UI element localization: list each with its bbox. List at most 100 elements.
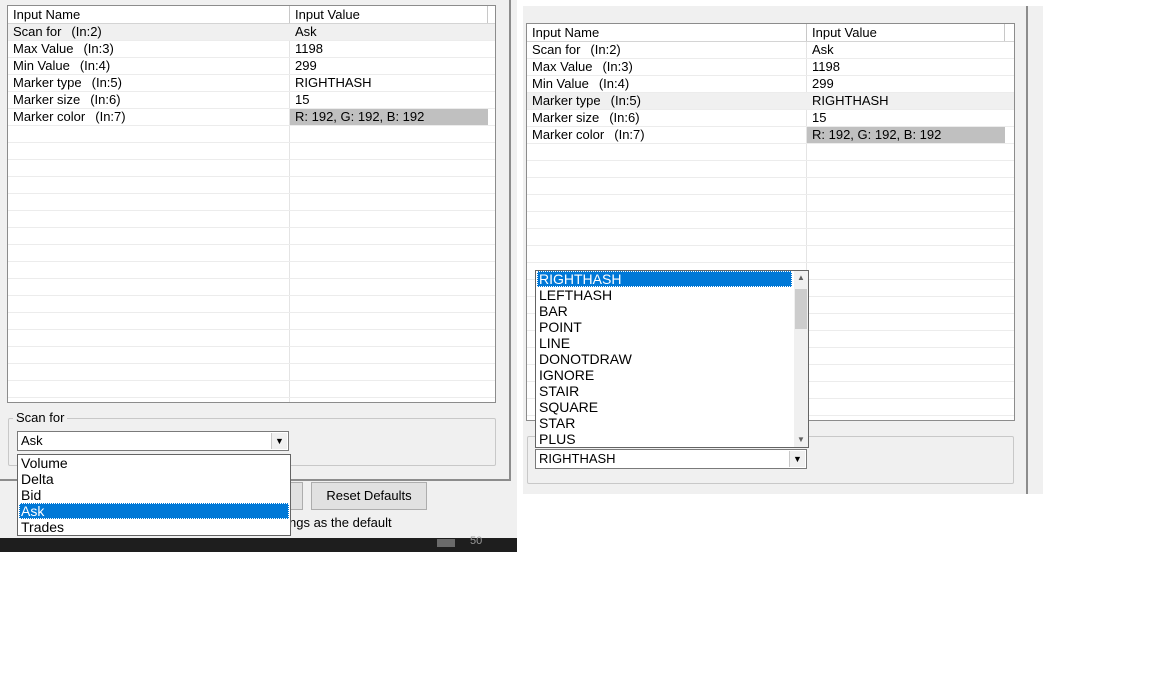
- grid-row[interactable]: [8, 126, 495, 143]
- grid-row[interactable]: Min Value (In:4) 299: [8, 58, 495, 75]
- chevron-down-icon[interactable]: ▼: [789, 451, 805, 467]
- grid-row[interactable]: Marker size (In:6) 15: [8, 92, 495, 109]
- inputs-grid[interactable]: Input Name Input Value Scan for (In:2) Ask…: [7, 5, 496, 403]
- grid-row[interactable]: Marker color (In:7) R: 192, G: 192, B: 192: [527, 127, 1014, 144]
- grid-row[interactable]: Marker size (In:6) 15: [527, 110, 1014, 127]
- marker-type-combobox[interactable]: RIGHTHASH ▼: [535, 449, 807, 469]
- input-value-cell[interactable]: 299: [807, 76, 1006, 92]
- dropdown-option[interactable]: POINT: [537, 319, 792, 335]
- input-name-cell: Scan for (In:2): [8, 24, 289, 40]
- dropdown-option[interactable]: BAR: [537, 303, 792, 319]
- input-line-number: (In:4): [598, 76, 630, 91]
- input-value-cell[interactable]: Ask: [807, 42, 1006, 58]
- dropdown-option[interactable]: Bid: [19, 487, 289, 503]
- grid-row[interactable]: [8, 228, 495, 245]
- dropdown-option[interactable]: Ask: [19, 503, 289, 519]
- dropdown-option[interactable]: STAIR: [537, 383, 792, 399]
- grid-row[interactable]: [527, 178, 1014, 195]
- marker-type-dropdown-list[interactable]: RIGHTHASH LEFTHASH BAR POINT LINE DONOTDRAW IG…: [535, 270, 809, 448]
- grid-row[interactable]: [527, 195, 1014, 212]
- scroll-up-icon[interactable]: ▲: [794, 271, 808, 285]
- panel-border: [509, 0, 511, 480]
- input-value-cell[interactable]: 1198: [807, 59, 1006, 75]
- scroll-down-icon[interactable]: ▼: [794, 433, 808, 447]
- grid-row[interactable]: [527, 161, 1014, 178]
- header-input-value[interactable]: Input Value: [290, 6, 488, 23]
- grid-row[interactable]: Min Value (In:4) 299: [527, 76, 1014, 93]
- input-value-cell[interactable]: RIGHTHASH: [290, 75, 489, 91]
- grid-row[interactable]: [8, 143, 495, 160]
- dropdown-scrollbar[interactable]: ▲ ▼: [794, 271, 808, 447]
- input-name: Scan for: [13, 24, 62, 39]
- grid-row[interactable]: [8, 330, 495, 347]
- header-input-name[interactable]: Input Name: [527, 24, 807, 41]
- input-line-number: (In:2): [71, 24, 102, 39]
- grid-row[interactable]: [8, 177, 495, 194]
- input-name-cell: Max Value (In:3): [527, 59, 806, 75]
- grid-row[interactable]: Scan for (In:2) Ask: [8, 24, 495, 41]
- grid-row[interactable]: [8, 194, 495, 211]
- dropdown-option[interactable]: LINE: [537, 335, 792, 351]
- grid-row[interactable]: Scan for (In:2) Ask: [527, 42, 1014, 59]
- input-value-cell[interactable]: 15: [807, 110, 1006, 126]
- grid-row[interactable]: [8, 245, 495, 262]
- input-value-cell[interactable]: RIGHTHASH: [807, 93, 1006, 109]
- grid-row[interactable]: [527, 246, 1014, 263]
- input-line-number: (In:3): [602, 59, 633, 74]
- input-name: Marker color: [13, 109, 86, 124]
- grid-row[interactable]: Marker color (In:7) R: 192, G: 192, B: 192: [8, 109, 495, 126]
- panel-border: [1026, 6, 1028, 494]
- grid-row[interactable]: [527, 212, 1014, 229]
- marker-type-combo-value: RIGHTHASH: [539, 451, 616, 466]
- dropdown-option[interactable]: LEFTHASH: [537, 287, 792, 303]
- grid-row[interactable]: [527, 144, 1014, 161]
- input-name-cell: Min Value (In:4): [527, 76, 806, 92]
- dropdown-option[interactable]: DONOTDRAW: [537, 351, 792, 367]
- input-name-cell: Marker type (In:5): [527, 93, 806, 109]
- header-input-name[interactable]: Input Name: [8, 6, 290, 23]
- dropdown-option[interactable]: Delta: [19, 471, 289, 487]
- chevron-down-icon[interactable]: ▼: [271, 433, 287, 449]
- grid-row[interactable]: Marker type (In:5) RIGHTHASH: [8, 75, 495, 92]
- input-name-cell: Min Value (In:4): [8, 58, 289, 74]
- input-name: Marker color: [532, 127, 605, 142]
- grid-row[interactable]: [8, 381, 495, 398]
- grid-row[interactable]: [527, 229, 1014, 246]
- grid-row[interactable]: [8, 313, 495, 330]
- grid-row[interactable]: Marker type (In:5) RIGHTHASH: [527, 93, 1014, 110]
- scan-for-combobox[interactable]: Ask ▼: [17, 431, 289, 451]
- input-value-cell[interactable]: 1198: [290, 41, 489, 57]
- input-value-cell[interactable]: 299: [290, 58, 489, 74]
- grid-row[interactable]: [8, 364, 495, 381]
- dropdown-option[interactable]: Volume: [19, 455, 289, 471]
- grid-row[interactable]: Max Value (In:3) 1198: [8, 41, 495, 58]
- input-value-cell[interactable]: R: 192, G: 192, B: 192: [290, 109, 488, 125]
- dropdown-option[interactable]: Trades: [19, 519, 289, 535]
- reset-defaults-button[interactable]: Reset Defaults: [311, 482, 427, 510]
- taskbar-strip: 50: [0, 535, 517, 552]
- input-name-cell: Max Value (In:3): [8, 41, 289, 57]
- input-value-cell[interactable]: R: 192, G: 192, B: 192: [807, 127, 1005, 143]
- grid-row[interactable]: [8, 347, 495, 364]
- dropdown-option[interactable]: IGNORE: [537, 367, 792, 383]
- grid-row[interactable]: [8, 279, 495, 296]
- input-line-number: (In:6): [609, 110, 640, 125]
- grid-row[interactable]: [8, 160, 495, 177]
- grid-row[interactable]: [8, 262, 495, 279]
- input-line-number: (In:5): [91, 75, 122, 90]
- grid-row[interactable]: Max Value (In:3) 1198: [527, 59, 1014, 76]
- input-value-cell[interactable]: 15: [290, 92, 489, 108]
- input-name: Max Value: [13, 41, 74, 56]
- input-value-cell[interactable]: Ask: [290, 24, 489, 40]
- dropdown-option[interactable]: RIGHTHASH: [537, 271, 792, 287]
- scan-for-dropdown-list[interactable]: Volume Delta Bid Ask Trades: [17, 454, 291, 536]
- grid-row[interactable]: [8, 211, 495, 228]
- grid-row[interactable]: [8, 296, 495, 313]
- dropdown-option[interactable]: STAR: [537, 415, 792, 431]
- dropdown-option[interactable]: SQUARE: [537, 399, 792, 415]
- scrollbar-thumb[interactable]: [795, 289, 807, 329]
- right-settings-panel: Input Name Input Value Scan for (In:2) Ask…: [523, 6, 1043, 494]
- input-name: Marker size: [532, 110, 600, 125]
- dropdown-option[interactable]: PLUS: [537, 431, 792, 447]
- header-input-value[interactable]: Input Value: [807, 24, 1005, 41]
